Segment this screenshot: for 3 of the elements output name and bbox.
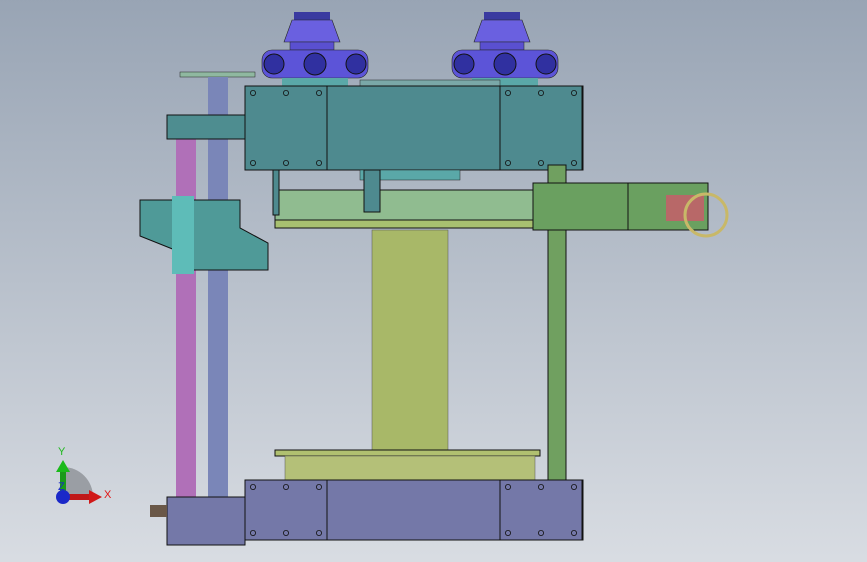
y-axis-label: Y (58, 446, 66, 458)
z-axis-ball-icon (56, 490, 70, 504)
x-axis-label: X (104, 489, 112, 501)
